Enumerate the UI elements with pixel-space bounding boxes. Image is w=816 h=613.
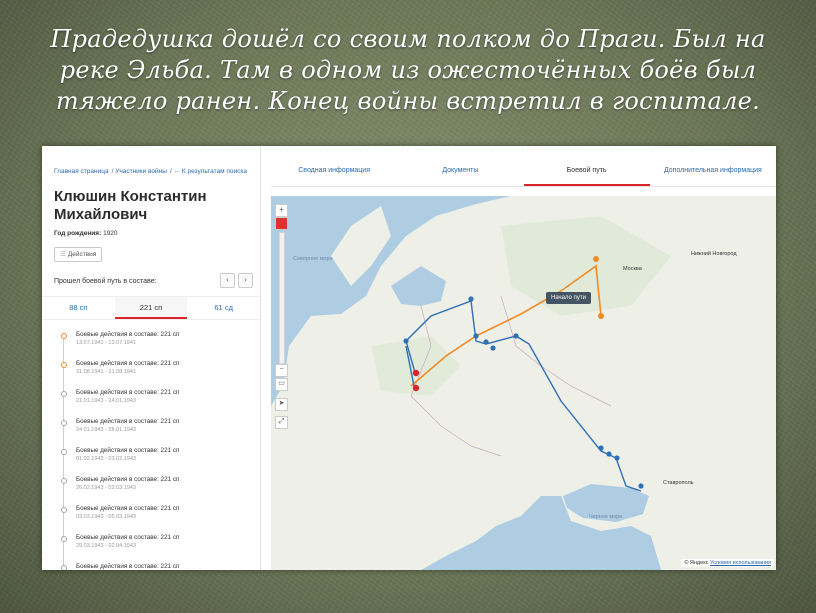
city-label: Ставрополь: [663, 480, 694, 486]
combat-path-header: Прошел боевой путь в составе:: [54, 278, 157, 285]
timeline-dot: [61, 478, 67, 484]
timeline-item[interactable]: Боевые действия в составе: 221 сп 31.08.1…: [54, 360, 254, 389]
ruler-icon[interactable]: ▭: [275, 378, 288, 391]
timeline-dot: [61, 507, 67, 513]
terms-link[interactable]: Условия использования: [710, 560, 771, 566]
marker-blue[interactable]: [473, 333, 479, 339]
locate-icon[interactable]: ➤: [275, 398, 288, 411]
marker-blue[interactable]: [403, 338, 409, 344]
info-tabs: Сводная информация Документы Боевой путь…: [271, 154, 776, 187]
actions-label: Действия: [67, 251, 97, 258]
timeline-dot: [61, 333, 67, 339]
marker-blue[interactable]: [614, 455, 620, 461]
copyright-text: © Яндекс: [684, 560, 709, 566]
route-start-label: Начало пути: [546, 292, 591, 304]
marker-blue[interactable]: [483, 339, 489, 345]
marker-blue[interactable]: [468, 296, 474, 302]
marker-red[interactable]: [412, 384, 420, 392]
actions-button[interactable]: ☰ Действия: [54, 247, 103, 262]
unit-tab-61[interactable]: 61 сд: [187, 297, 260, 319]
map-copyright: © Яндекс Условия использования: [681, 559, 774, 567]
route-map[interactable]: Северное море Черное море Москва Нижний …: [271, 196, 776, 570]
unit-tab-221[interactable]: 221 сп: [114, 297, 188, 319]
fullscreen-icon[interactable]: ⤢: [275, 416, 288, 429]
marker-blue[interactable]: [606, 451, 612, 457]
zoom-in-button[interactable]: +: [275, 204, 288, 217]
unit-tab-88[interactable]: 88 сп: [42, 297, 115, 319]
marker-blue[interactable]: [513, 333, 519, 339]
tab-additional-info[interactable]: Дополнительная информация: [650, 154, 776, 186]
slide-headline: Прадедушка дошёл со своим полком до Праг…: [50, 25, 766, 115]
timeline-item[interactable]: Боевые действия в составе: 221 сп 13.07.1…: [54, 331, 254, 360]
breadcrumb-back-to-results[interactable]: ← К результатам поиска: [174, 168, 247, 175]
marker-blue[interactable]: [598, 445, 604, 451]
marker-blue[interactable]: [490, 345, 496, 351]
timeline-dot: [61, 565, 67, 570]
timeline-item[interactable]: Боевые действия в составе: 221 сп 24.01.1…: [54, 418, 254, 447]
zoom-controls: +: [275, 204, 288, 230]
zoom-indicator[interactable]: [275, 217, 288, 230]
unit-tabs: 88 сп 221 сп 61 сд: [42, 296, 260, 320]
breadcrumb: Главная страница / Участники войны / ← К р…: [54, 168, 248, 175]
birth-year-value: 1920: [103, 230, 118, 237]
city-label: Москва: [623, 266, 642, 272]
unit-pager: ‹ ›: [220, 273, 253, 288]
timeline-dot: [61, 420, 67, 426]
timeline-item[interactable]: Боевые действия в составе: 221 сп 21.01.1…: [54, 389, 254, 418]
person-name: Клюшин Константин Михайлович: [54, 188, 207, 223]
tab-summary[interactable]: Сводная информация: [271, 154, 397, 186]
combat-timeline: Боевые действия в составе: 221 сп 13.07.1…: [54, 331, 254, 570]
zoom-out-button[interactable]: −: [275, 364, 288, 377]
timeline-item[interactable]: Боевые действия в составе: 221 сп 03.03.1…: [54, 505, 254, 534]
timeline-item[interactable]: Боевые действия в составе: 221 сп 29.03.1…: [54, 534, 254, 563]
timeline-item[interactable]: Боевые действия в составе: 221 сп: [54, 563, 254, 570]
marker-blue[interactable]: [638, 483, 644, 489]
menu-icon: ☰: [60, 251, 66, 258]
zoom-slider[interactable]: [279, 232, 285, 364]
sea-label: Северное море: [293, 256, 333, 262]
timeline-item[interactable]: Боевые действия в составе: 221 сп 01.02.1…: [54, 447, 254, 476]
timeline-item[interactable]: Боевые действия в составе: 221 сп 26.02.1…: [54, 476, 254, 505]
birth-year-label: Год рождения:: [54, 230, 102, 237]
birth-year-row: Год рождения: 1920: [54, 230, 118, 237]
timeline-dot: [61, 449, 67, 455]
timeline-dot: [61, 391, 67, 397]
screenshot-frame: Главная страница / Участники войны / ← К р…: [42, 146, 776, 570]
breadcrumb-participants[interactable]: Участники войны: [115, 168, 167, 175]
tab-documents[interactable]: Документы: [397, 154, 523, 186]
breadcrumb-home[interactable]: Главная страница: [54, 168, 109, 175]
city-label: Нижний Новгород: [691, 251, 737, 257]
marker-red[interactable]: [412, 369, 420, 377]
chevron-right-icon[interactable]: ›: [238, 273, 253, 288]
tab-combat-path[interactable]: Боевой путь: [523, 154, 650, 186]
chevron-left-icon[interactable]: ‹: [220, 273, 235, 288]
timeline-dot: [61, 536, 67, 542]
timeline-dot: [61, 362, 67, 368]
person-panel: Главная страница / Участники войны / ← К р…: [42, 146, 261, 570]
marker-orange[interactable]: [598, 313, 604, 319]
sea-label: Черное море: [589, 514, 623, 520]
marker-orange[interactable]: [593, 256, 599, 262]
